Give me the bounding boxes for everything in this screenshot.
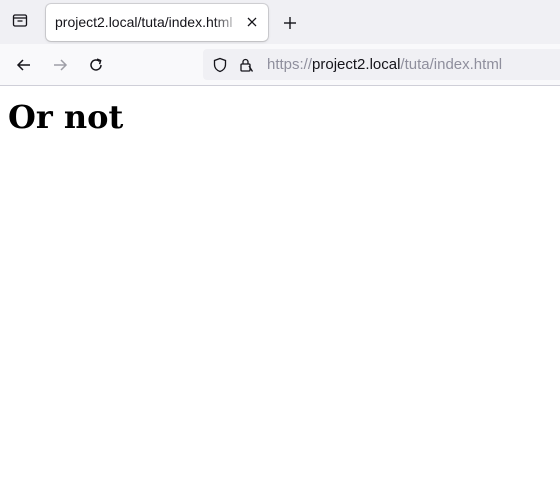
shield-icon xyxy=(213,57,227,73)
url-bar[interactable]: https://project2.local/tuta/index.html xyxy=(203,49,560,80)
tab-list-icon xyxy=(12,12,28,33)
reload-button[interactable] xyxy=(83,52,109,78)
forward-button[interactable] xyxy=(47,52,73,78)
plus-icon xyxy=(284,17,296,29)
arrow-left-icon xyxy=(16,59,30,71)
tracking-protection-button[interactable] xyxy=(211,56,229,74)
active-tab[interactable]: project2.local/tuta/index.html xyxy=(46,4,268,41)
lock-icon xyxy=(240,58,254,72)
site-info-button[interactable] xyxy=(237,56,255,74)
url-text[interactable]: https://project2.local/tuta/index.html xyxy=(267,56,502,73)
new-tab-button[interactable] xyxy=(278,11,302,35)
url-host: project2.local xyxy=(312,56,401,73)
page-content: Or not xyxy=(0,86,560,492)
reload-icon xyxy=(90,58,102,71)
url-scheme: https:// xyxy=(267,56,313,73)
arrow-right-icon xyxy=(54,59,68,71)
tab-title: project2.local/tuta/index.html xyxy=(55,14,233,30)
tab-list-button[interactable] xyxy=(8,10,32,34)
navigation-bar: https://project2.local/tuta/index.html xyxy=(0,44,560,86)
tab-strip: project2.local/tuta/index.html xyxy=(0,0,560,44)
back-button[interactable] xyxy=(11,52,37,78)
close-icon xyxy=(247,17,257,27)
browser-window: project2.local/tuta/index.html https://p… xyxy=(0,0,560,492)
page-heading: Or not xyxy=(8,98,124,136)
tab-close-button[interactable] xyxy=(244,14,260,30)
url-path: /tuta/index.html xyxy=(400,56,503,73)
